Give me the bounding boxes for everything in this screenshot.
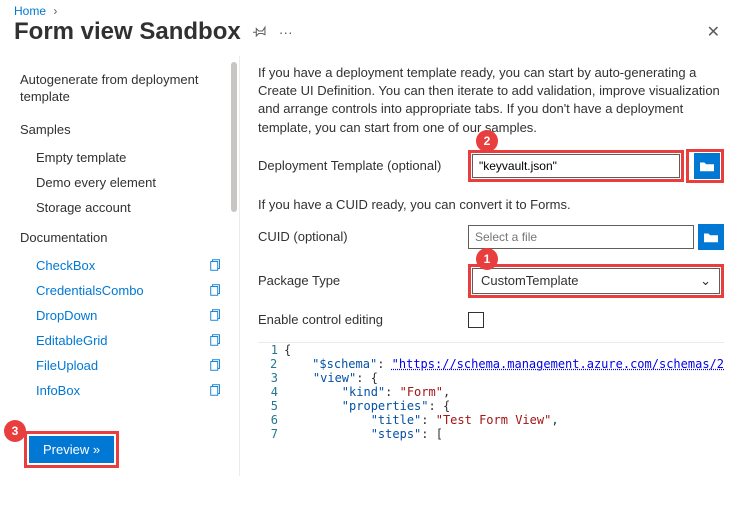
callout-1: 1 [476, 248, 498, 270]
breadcrumb-home[interactable]: Home [14, 4, 46, 18]
deployment-template-input[interactable] [472, 154, 680, 178]
page-title: Form view Sandbox [14, 18, 241, 46]
deployment-template-label: Deployment Template (optional) [258, 158, 468, 173]
deployment-template-browse-button[interactable] [694, 153, 720, 179]
copy-icon[interactable] [209, 383, 223, 397]
sidebar-head-docs[interactable]: Documentation [12, 224, 239, 253]
folder-icon [700, 160, 714, 172]
intro-text: If you have a deployment template ready,… [258, 64, 724, 137]
sidebar-item-checkbox[interactable]: CheckBox [12, 253, 239, 278]
close-icon[interactable]: ✕ [699, 18, 728, 46]
sidebar-item-editablegrid[interactable]: EditableGrid [12, 328, 239, 353]
callout-2: 2 [476, 130, 498, 152]
scrollbar[interactable] [231, 62, 237, 212]
pin-icon[interactable] [253, 24, 267, 41]
preview-wrap: Preview » [24, 431, 119, 468]
cuid-input[interactable] [468, 225, 694, 249]
cuid-note: If you have a CUID ready, you can conver… [258, 197, 724, 212]
copy-icon[interactable] [209, 333, 223, 347]
callout-3: 3 [4, 420, 26, 442]
sidebar-head-samples[interactable]: Samples [12, 116, 239, 145]
package-type-label: Package Type [258, 273, 468, 288]
title-bar: Form view Sandbox ··· ✕ [0, 18, 742, 56]
folder-icon [704, 231, 718, 243]
breadcrumb: Home › [0, 0, 742, 18]
cuid-browse-button[interactable] [698, 224, 724, 250]
copy-icon[interactable] [209, 358, 223, 372]
preview-button[interactable]: Preview » [29, 436, 114, 463]
main-panel: If you have a deployment template ready,… [240, 56, 742, 476]
chevron-down-icon: ⌄ [700, 273, 711, 289]
package-type-select[interactable]: CustomTemplate ⌄ [472, 268, 720, 294]
cuid-label: CUID (optional) [258, 229, 468, 244]
sidebar-item-empty-template[interactable]: Empty template [12, 145, 239, 170]
copy-icon[interactable] [209, 308, 223, 322]
copy-icon[interactable] [209, 283, 223, 297]
sidebar: Autogenerate from deployment template Sa… [0, 56, 240, 476]
code-editor[interactable]: 1{ 2 "$schema": "https://schema.manageme… [258, 342, 724, 441]
sidebar-item-infobox[interactable]: InfoBox [12, 378, 239, 403]
copy-icon[interactable] [209, 258, 223, 272]
enable-editing-label: Enable control editing [258, 312, 468, 327]
enable-editing-checkbox[interactable] [468, 312, 484, 328]
sidebar-item-demo-every[interactable]: Demo every element [12, 170, 239, 195]
chevron-right-icon: › [53, 4, 57, 18]
sidebar-item-fileupload[interactable]: FileUpload [12, 353, 239, 378]
sidebar-item-credentials[interactable]: CredentialsCombo [12, 278, 239, 303]
more-icon[interactable]: ··· [279, 24, 293, 40]
sidebar-item-storage[interactable]: Storage account [12, 195, 239, 220]
sidebar-item-dropdown[interactable]: DropDown [12, 303, 239, 328]
sidebar-item-autogen[interactable]: Autogenerate from deployment template [12, 66, 239, 112]
